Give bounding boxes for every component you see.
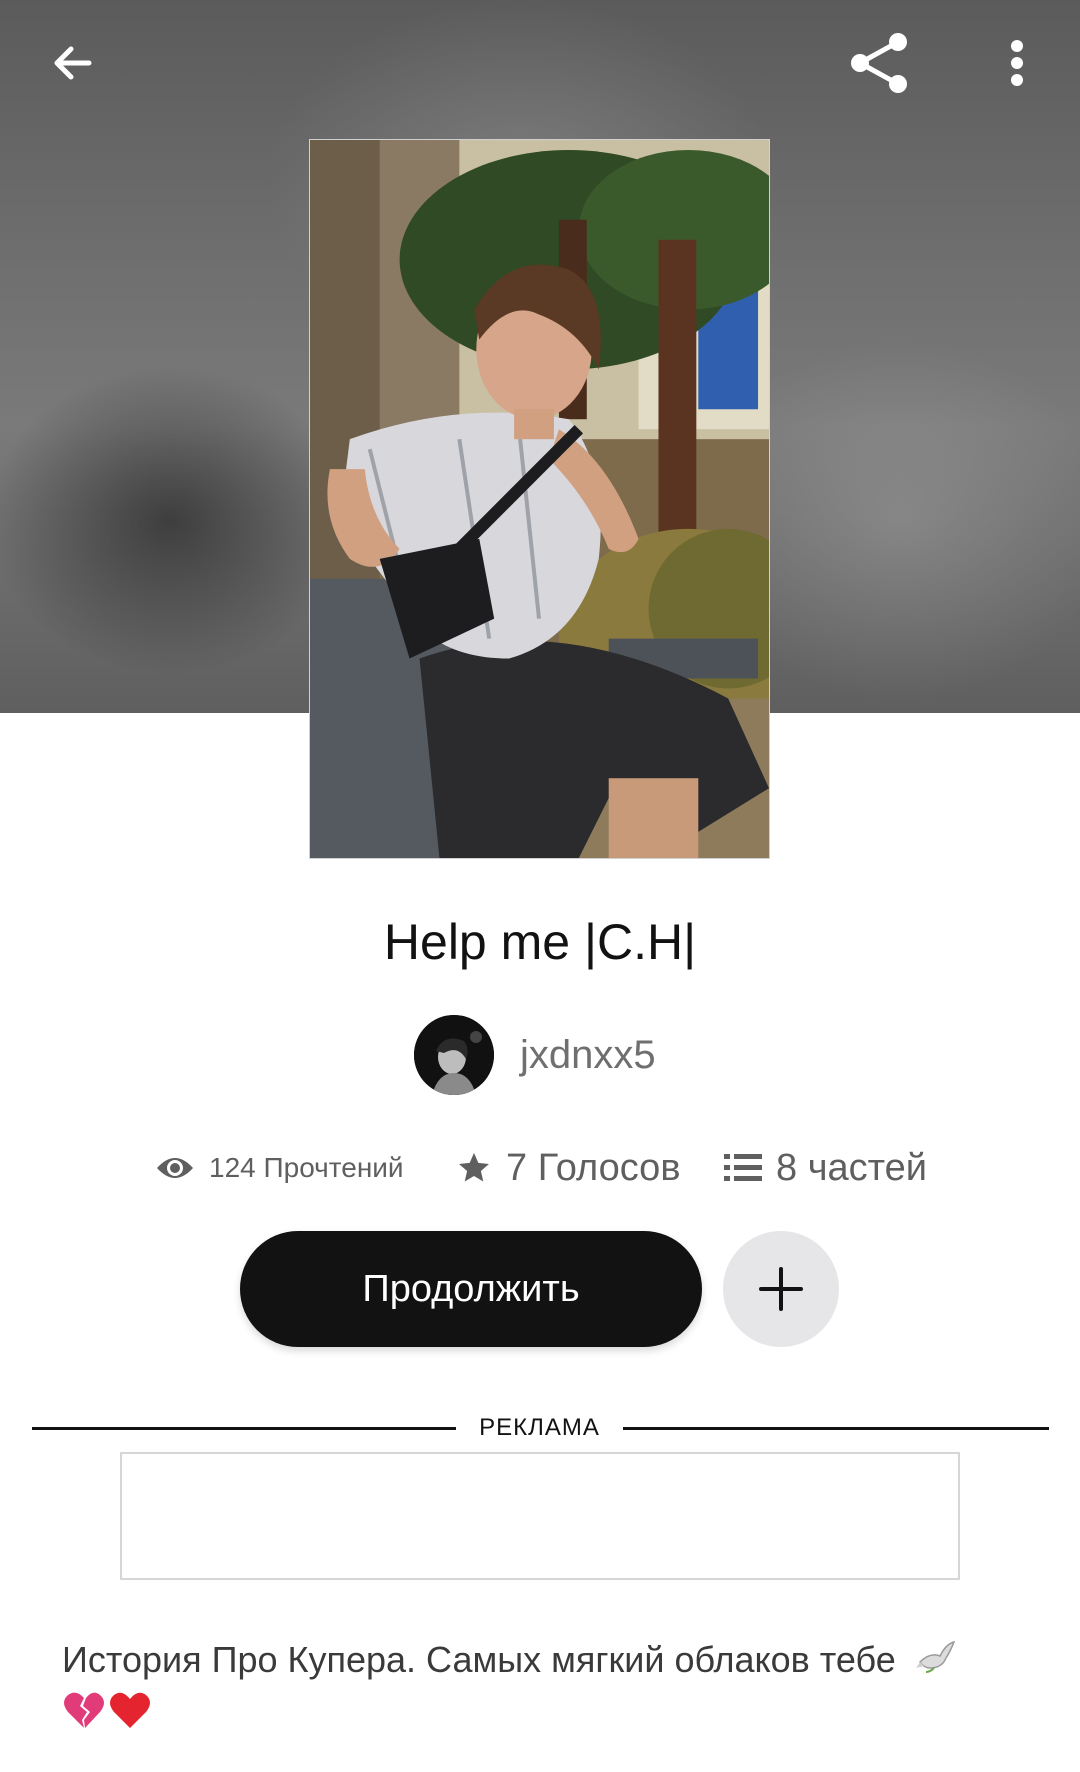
plus-icon xyxy=(759,1267,803,1311)
eye-icon xyxy=(155,1154,195,1182)
emoji-line xyxy=(62,1690,1022,1746)
author-avatar[interactable] xyxy=(414,1015,494,1095)
story-stats: 124 Прочтений 7 Голосов 8 частей xyxy=(0,1140,1080,1196)
share-icon xyxy=(851,33,907,93)
list-icon xyxy=(724,1152,762,1184)
story-title: Help me |C.H| xyxy=(383,914,697,970)
red-heart-icon xyxy=(108,1690,152,1746)
add-to-library-button[interactable] xyxy=(723,1231,839,1347)
ad-label: РЕКЛАМА xyxy=(479,1414,600,1441)
ad-slot[interactable] xyxy=(120,1452,960,1580)
votes-count: 7 Голосов xyxy=(506,1146,681,1189)
arrow-left-icon xyxy=(54,46,92,80)
author-row[interactable]: jxdnxx5 xyxy=(414,1015,656,1095)
reads-count: 124 Прочтений xyxy=(209,1152,404,1183)
story-description: История Про Купера. Самых мягкий облаков… xyxy=(62,1632,1022,1746)
more-vertical-icon xyxy=(1011,40,1023,86)
votes-stat: 7 Голосов xyxy=(456,1140,681,1196)
description-text: История Про Купера. Самых мягкий облаков… xyxy=(62,1639,896,1680)
avatar-image xyxy=(414,1015,494,1095)
story-cover-image[interactable] xyxy=(309,139,770,859)
more-options-button[interactable] xyxy=(982,28,1052,98)
dove-emoji-icon xyxy=(915,1634,956,1690)
cover-photo xyxy=(310,140,769,858)
author-username[interactable]: jxdnxx5 xyxy=(520,1033,656,1078)
parts-stat: 8 частей xyxy=(724,1140,927,1196)
ad-divider-left xyxy=(32,1427,456,1430)
continue-reading-button[interactable]: Продолжить xyxy=(240,1231,702,1347)
broken-heart-icon xyxy=(62,1690,106,1746)
back-button[interactable] xyxy=(38,28,108,98)
parts-count: 8 частей xyxy=(776,1146,927,1189)
reads-stat: 124 Прочтений xyxy=(155,1140,404,1196)
star-icon xyxy=(456,1150,492,1186)
share-button[interactable] xyxy=(844,28,914,98)
ad-divider-right xyxy=(623,1427,1049,1430)
